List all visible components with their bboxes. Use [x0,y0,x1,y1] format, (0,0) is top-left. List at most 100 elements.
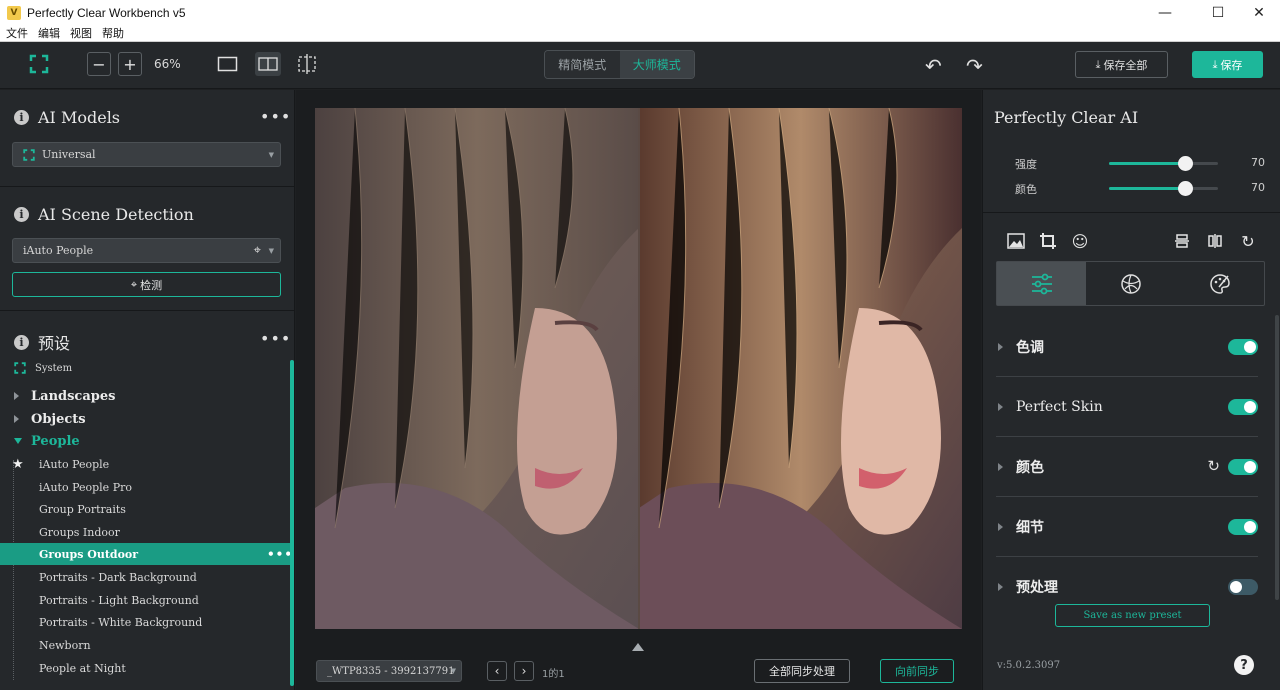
split-divider[interactable] [638,108,640,629]
menu-view[interactable]: 视图 [70,25,92,41]
file-name: _WTP8335 - 3992137791 [327,665,455,677]
tab-creative[interactable] [1175,262,1264,305]
next-image-button[interactable]: › [514,661,534,681]
ai-model-select[interactable]: Universal ▼ [12,142,281,167]
star-icon[interactable]: ★ [12,457,24,472]
preset-item[interactable]: Portraits - Dark Background [0,566,290,588]
menu-help[interactable]: 帮助 [102,25,124,41]
chevron-right-icon [998,522,1003,531]
minimize-button[interactable]: — [1142,0,1188,25]
sync-forward-button[interactable]: 向前同步 [880,659,954,683]
flip-vertical-icon[interactable] [1171,230,1193,252]
strength-slider[interactable] [1109,156,1218,171]
section-toggle[interactable] [1228,399,1258,415]
master-mode-tab[interactable]: 大师模式 [619,51,694,78]
photo-preview[interactable] [315,108,962,629]
globe-effects-icon [1120,273,1141,294]
tab-ai-effects[interactable] [1086,262,1175,305]
more-options-icon[interactable]: ••• [260,329,291,348]
preset-item-label: Portraits - White Background [39,615,203,629]
preset-item[interactable]: Portraits - White Background [0,611,290,633]
zoom-out-button[interactable]: − [87,52,111,76]
preset-group-objects[interactable]: Objects [0,408,290,430]
photo-before [315,108,639,629]
preset-item-label: Groups Outdoor [39,547,139,561]
system-label: System [35,362,73,374]
help-button[interactable]: ? [1234,655,1254,675]
color-slider[interactable] [1109,181,1218,196]
section-color[interactable]: 颜色 ↻ [996,437,1258,497]
chevron-right-icon [998,342,1003,351]
section-toggle[interactable] [1228,519,1258,535]
fit-frame-icon[interactable] [29,54,49,74]
section-toggle[interactable] [1228,339,1258,355]
preset-list-scrollbar[interactable] [290,360,294,686]
split-view-icon[interactable] [255,52,281,76]
info-icon[interactable]: i [14,334,29,350]
menu-file[interactable]: 文件 [6,25,28,41]
system-presets[interactable]: System [0,357,290,379]
sync-all-button[interactable]: 全部同步处理 [754,659,850,683]
more-options-icon[interactable]: ••• [260,107,291,126]
slider-label: 强度 [1015,158,1037,171]
info-icon[interactable]: i [14,110,29,125]
crop-icon[interactable] [1037,230,1059,252]
save-all-button[interactable]: ⤓ 保存全部 [1075,51,1168,78]
settings-scrollbar[interactable] [1275,315,1279,600]
detect-label: 检测 [140,278,163,292]
detect-button[interactable]: ⌖ 检测 [12,272,281,297]
preset-item[interactable]: Group Portraits [0,498,290,520]
preset-item[interactable]: People at Night [0,657,290,679]
redo-icon[interactable]: ↷ [966,54,983,78]
save-preset-button[interactable]: Save as new preset [1055,604,1210,627]
page-indicator: 1的1 [542,669,565,680]
scene-value: iAuto People [23,244,94,257]
section-label: 预处理 [1016,580,1058,596]
flip-horizontal-icon[interactable] [1204,230,1226,252]
preset-item[interactable]: ★ iAuto People [0,453,290,475]
preset-item[interactable]: iAuto People Pro [0,476,290,498]
single-view-icon[interactable] [217,55,239,73]
preset-item[interactable]: Portraits - Light Background [0,589,290,611]
preset-group-people[interactable]: People [0,430,290,452]
zoom-in-button[interactable]: + [118,52,142,76]
save-button[interactable]: ⤓ 保存 [1192,51,1263,78]
rotate-icon[interactable]: ↻ [1237,230,1259,252]
preset-item[interactable]: Newborn [0,634,290,656]
slider-knob[interactable] [1178,156,1193,171]
download-icon: ⤓ [1212,57,1218,71]
reset-icon[interactable]: ↻ [1207,457,1220,475]
slider-knob[interactable] [1178,181,1193,196]
section-perfect-skin[interactable]: Perfect Skin [996,377,1258,437]
previous-image-button[interactable]: ‹ [487,661,507,681]
menu-edit[interactable]: 编辑 [38,25,60,41]
preset-item[interactable]: Groups Indoor [0,521,290,543]
image-icon[interactable] [1005,230,1027,252]
scene-select[interactable]: iAuto People ⌖ ▼ [12,238,281,263]
file-select[interactable]: _WTP8335 - 3992137791 ▼ [316,660,462,682]
simple-mode-tab[interactable]: 精简模式 [545,51,620,78]
version-label: v:5.0.2.3097 [997,660,1061,671]
section-detail[interactable]: 细节 [996,497,1258,557]
preset-item-label: Portraits - Light Background [39,593,199,607]
tab-adjustments[interactable] [997,262,1086,305]
expand-filmstrip-icon[interactable] [632,643,644,651]
section-toggle[interactable] [1228,459,1258,475]
preset-item-label: iAuto People [39,457,110,471]
maximize-button[interactable]: ☐ [1195,0,1241,25]
compare-view-icon[interactable] [296,53,318,75]
palette-icon [1209,273,1230,294]
info-icon[interactable]: i [14,207,29,222]
divider [0,186,295,187]
face-icon[interactable]: ☺ [1069,230,1091,252]
right-panel: Perfectly Clear AI 强度 70 颜色 70 ☺ ↻ 色调 Pe… [982,90,1280,690]
section-tone[interactable]: 色调 [996,317,1258,377]
scene-detection-header: i AI Scene Detection [14,205,194,224]
preset-group-landscapes[interactable]: Landscapes [0,385,290,407]
preset-item-selected[interactable]: Groups Outdoor ••• [0,543,292,565]
sliders-icon [1031,273,1052,294]
ai-models-title: AI Models [38,108,121,127]
section-toggle[interactable] [1228,579,1258,595]
undo-icon[interactable]: ↶ [925,54,942,78]
close-button[interactable]: ✕ [1236,0,1280,25]
